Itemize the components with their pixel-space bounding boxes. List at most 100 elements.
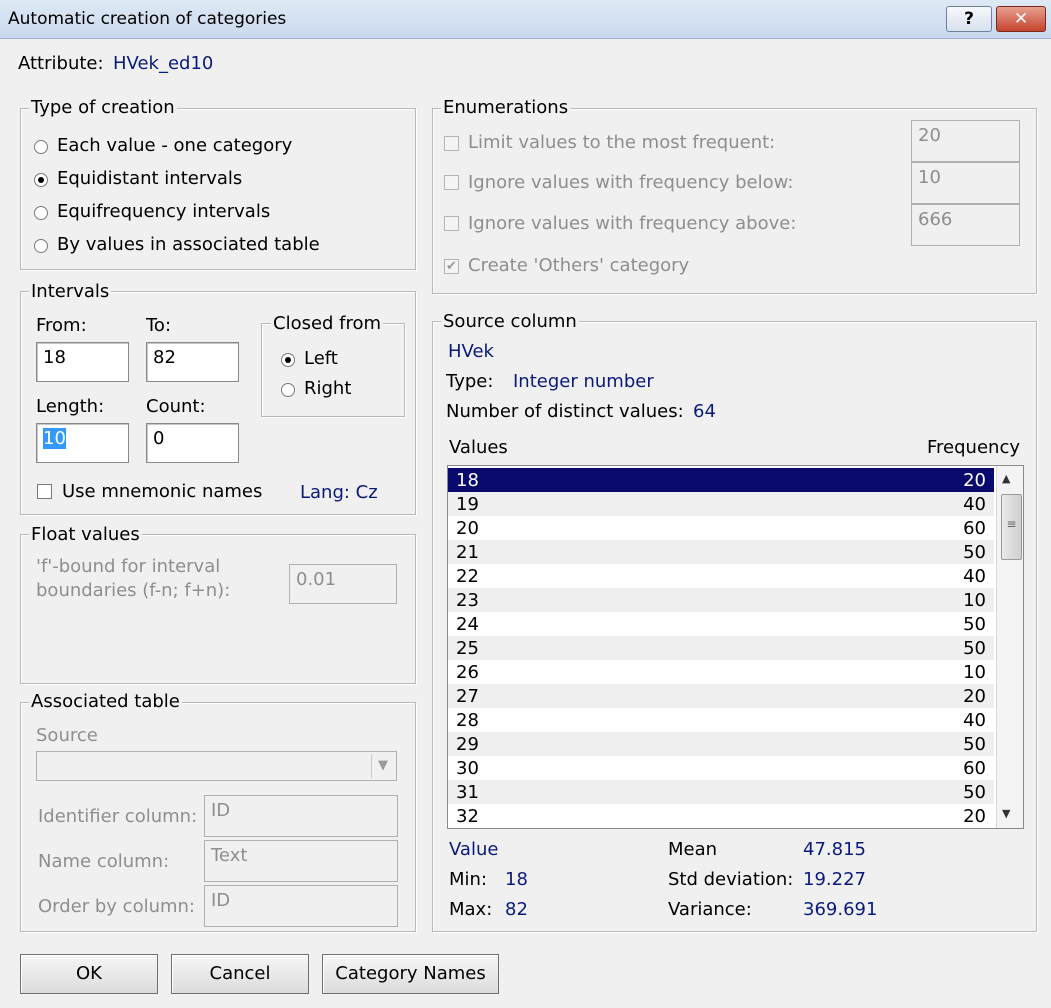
- ignore-above-input[interactable]: 666: [911, 204, 1020, 246]
- limit-most-frequent-checkbox[interactable]: [444, 136, 459, 151]
- list-item[interactable]: 22 40: [448, 564, 994, 588]
- order-by-column-input[interactable]: ID: [204, 885, 398, 927]
- source-select[interactable]: ▼: [36, 751, 397, 781]
- close-button[interactable]: ✕: [996, 6, 1046, 32]
- list-item[interactable]: 25 50: [448, 636, 994, 660]
- closed-from-group: [261, 323, 405, 417]
- length-value: 10: [43, 428, 66, 449]
- length-label: Length:: [36, 396, 105, 417]
- limit-most-frequent-input[interactable]: 20: [911, 120, 1020, 162]
- min-value: 18: [505, 869, 528, 890]
- ignore-above-checkbox[interactable]: [444, 216, 459, 231]
- source-column-legend: Source column: [441, 311, 579, 332]
- list-item[interactable]: 21 50: [448, 540, 994, 564]
- name-column-input[interactable]: Text: [204, 840, 398, 882]
- create-others-label[interactable]: Create 'Others' category: [468, 255, 689, 276]
- list-item-frequency: 10: [963, 590, 986, 611]
- ignore-above-label[interactable]: Ignore values with frequency above:: [468, 213, 796, 234]
- length-input[interactable]: 10: [36, 423, 129, 463]
- list-item-value: 30: [456, 758, 479, 779]
- mean-label: Mean: [668, 839, 718, 860]
- frequency-column-header[interactable]: Frequency: [927, 437, 1020, 458]
- option-equidistant[interactable]: Equidistant intervals: [57, 168, 242, 189]
- from-label: From:: [36, 315, 87, 336]
- title-bar: Automatic creation of categories ? ✕: [0, 0, 1051, 39]
- count-input[interactable]: 0: [146, 423, 239, 463]
- list-item-value: 22: [456, 566, 479, 587]
- help-button[interactable]: ?: [946, 6, 992, 32]
- values-list-scrollbar[interactable]: ▲ ≡ ▼: [996, 466, 1023, 828]
- to-input[interactable]: 82: [146, 342, 239, 382]
- radio-each-value[interactable]: [34, 140, 48, 154]
- list-item[interactable]: 24 50: [448, 612, 994, 636]
- list-item[interactable]: 19 40: [448, 492, 994, 516]
- closed-from-legend: Closed from: [271, 313, 384, 334]
- radio-associated-table[interactable]: [34, 239, 48, 253]
- list-item-value: 24: [456, 614, 479, 635]
- list-item[interactable]: 26 10: [448, 660, 994, 684]
- count-label: Count:: [146, 396, 206, 417]
- list-item-frequency: 50: [963, 638, 986, 659]
- window-title: Automatic creation of categories: [8, 9, 287, 29]
- max-value: 82: [505, 899, 528, 920]
- lang-label: Lang: Cz: [300, 482, 378, 503]
- radio-equifrequency[interactable]: [34, 206, 48, 220]
- list-item-value: 31: [456, 782, 479, 803]
- ok-button[interactable]: OK: [20, 954, 158, 994]
- list-item-frequency: 60: [963, 758, 986, 779]
- list-item-frequency: 50: [963, 614, 986, 635]
- list-item[interactable]: 29 50: [448, 732, 994, 756]
- from-input[interactable]: 18: [36, 342, 129, 382]
- closed-right-label[interactable]: Right: [304, 378, 351, 399]
- list-item[interactable]: 18 20: [448, 468, 994, 492]
- float-bound-label-2: boundaries (f-n; f+n):: [36, 580, 231, 601]
- intervals-legend: Intervals: [29, 281, 112, 302]
- list-item-value: 28: [456, 710, 479, 731]
- chevron-down-icon[interactable]: ▼: [371, 754, 394, 778]
- ignore-below-input[interactable]: 10: [911, 162, 1020, 204]
- list-item[interactable]: 30 60: [448, 756, 994, 780]
- radio-closed-left[interactable]: [281, 353, 295, 367]
- source-column-name: HVek: [448, 341, 494, 362]
- list-item[interactable]: 31 50: [448, 780, 994, 804]
- scroll-up-icon[interactable]: ▲: [1002, 472, 1010, 485]
- float-values-legend: Float values: [29, 524, 142, 545]
- list-item-value: 20: [456, 518, 479, 539]
- list-item-value: 23: [456, 590, 479, 611]
- scroll-thumb[interactable]: ≡: [1001, 494, 1022, 560]
- attribute-label: Attribute:: [18, 53, 104, 74]
- float-bound-label-1: 'f'-bound for interval: [36, 556, 221, 577]
- values-list[interactable]: 18 20 19 40 20 60 21 50 22 40 23 10 24 50 25 50 26 10 27 20…: [447, 465, 1024, 829]
- cancel-button[interactable]: Cancel: [171, 954, 309, 994]
- mnemonic-label[interactable]: Use mnemonic names: [62, 481, 262, 502]
- radio-equidistant[interactable]: [34, 173, 48, 187]
- category-names-button[interactable]: Category Names: [322, 954, 499, 994]
- identifier-column-input[interactable]: ID: [204, 795, 398, 837]
- list-item-frequency: 40: [963, 494, 986, 515]
- to-label: To:: [146, 315, 172, 336]
- distinct-values-label: Number of distinct values:: [446, 401, 684, 422]
- list-item[interactable]: 27 20: [448, 684, 994, 708]
- values-column-header[interactable]: Values: [449, 437, 508, 458]
- list-item[interactable]: 20 60: [448, 516, 994, 540]
- variance-value: 369.691: [803, 899, 878, 920]
- mnemonic-checkbox[interactable]: [37, 484, 52, 499]
- list-item-frequency: 40: [963, 566, 986, 587]
- list-item[interactable]: 32 20: [448, 804, 994, 828]
- create-others-checkbox[interactable]: ✔: [444, 259, 459, 274]
- list-item-frequency: 10: [963, 662, 986, 683]
- mean-value: 47.815: [803, 839, 866, 860]
- closed-left-label[interactable]: Left: [304, 348, 338, 369]
- radio-closed-right[interactable]: [281, 383, 295, 397]
- limit-most-frequent-label[interactable]: Limit values to the most frequent:: [468, 132, 775, 153]
- ignore-below-checkbox[interactable]: [444, 175, 459, 190]
- ignore-below-label[interactable]: Ignore values with frequency below:: [468, 172, 793, 193]
- option-each-value[interactable]: Each value - one category: [57, 135, 292, 156]
- list-item[interactable]: 23 10: [448, 588, 994, 612]
- option-equifrequency[interactable]: Equifrequency intervals: [57, 201, 270, 222]
- std-deviation-label: Std deviation:: [668, 869, 794, 890]
- option-associated-table[interactable]: By values in associated table: [57, 234, 320, 255]
- list-item[interactable]: 28 40: [448, 708, 994, 732]
- scroll-down-icon[interactable]: ▼: [1002, 807, 1010, 820]
- float-bound-input[interactable]: 0.01: [289, 564, 397, 604]
